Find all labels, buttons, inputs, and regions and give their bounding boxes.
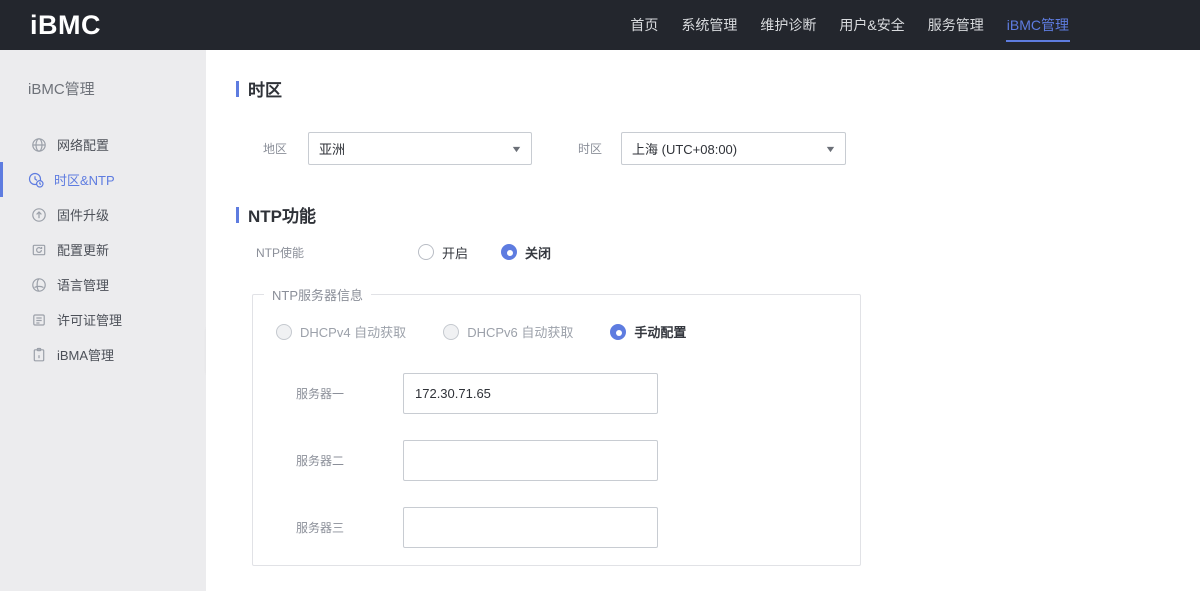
section-accent-bar bbox=[236, 206, 239, 223]
region-selected-value: 亚洲 bbox=[319, 142, 346, 157]
radio-label: DHCPv6 自动获取 bbox=[467, 325, 574, 340]
dhcpv4-auto-radio[interactable]: DHCPv4 自动获取 bbox=[276, 322, 406, 341]
sidebar-item-network-config[interactable]: 网络配置 bbox=[0, 127, 206, 162]
ntp-enable-off-radio[interactable]: 关闭 bbox=[501, 243, 551, 262]
nav-item-home[interactable]: 首页 bbox=[629, 0, 659, 50]
timezone-form-row: 地区 亚洲 ▼ 时区 上海 (UTC+08:00) ▼ bbox=[263, 132, 1200, 165]
sidebar-menu: 网络配置 时区&NTP 固件升级 配置更新 语言管理 许可证管理 iBMA管理 bbox=[0, 127, 206, 372]
license-icon bbox=[31, 312, 47, 328]
sidebar-item-label: iBMA管理 bbox=[57, 348, 115, 363]
server-three-row: 服务器三 bbox=[296, 507, 860, 548]
sidebar-item-label: 网络配置 bbox=[57, 138, 110, 153]
sidebar-item-license-management[interactable]: 许可证管理 bbox=[0, 302, 206, 337]
timezone-selected-value: 上海 (UTC+08:00) bbox=[632, 142, 738, 157]
network-globe-icon bbox=[31, 137, 47, 153]
language-icon bbox=[31, 277, 47, 293]
radio-icon bbox=[501, 244, 518, 260]
config-update-icon bbox=[31, 242, 47, 258]
chevron-down-icon: ▼ bbox=[510, 143, 523, 154]
ibmc-logo: iBMC bbox=[30, 9, 101, 40]
region-label: 地区 bbox=[263, 142, 288, 156]
firmware-upgrade-icon bbox=[31, 207, 47, 223]
timezone-clock-icon bbox=[28, 172, 44, 188]
sidebar-item-label: 配置更新 bbox=[57, 243, 110, 258]
ntp-server-info-legend: NTP服务器信息 bbox=[272, 288, 364, 303]
region-select[interactable]: 亚洲 ▼ bbox=[308, 132, 532, 165]
timezone-section-title: 时区 bbox=[248, 81, 282, 100]
radio-label: DHCPv4 自动获取 bbox=[300, 325, 407, 340]
timezone-label: 时区 bbox=[578, 142, 603, 156]
sidebar-item-firmware-upgrade[interactable]: 固件升级 bbox=[0, 197, 206, 232]
radio-label: 关闭 bbox=[525, 245, 552, 261]
server-three-label: 服务器三 bbox=[296, 521, 345, 535]
radio-icon bbox=[276, 323, 292, 340]
timezone-section-header: 时区 bbox=[236, 76, 1200, 101]
server-one-input[interactable] bbox=[403, 373, 658, 414]
server-one-row: 服务器一 bbox=[296, 373, 860, 414]
sidebar-item-label: 固件升级 bbox=[57, 208, 110, 223]
nav-item-system[interactable]: 系统管理 bbox=[680, 0, 738, 50]
ntp-server-info-group: NTP服务器信息 DHCPv4 自动获取 DHCPv6 自动获取 手动配置 服务… bbox=[252, 285, 861, 566]
ntp-section-title: NTP功能 bbox=[248, 207, 316, 226]
nav-item-services[interactable]: 服务管理 bbox=[927, 0, 985, 50]
section-accent-bar bbox=[236, 80, 239, 97]
nav-item-maintenance[interactable]: 维护诊断 bbox=[759, 0, 817, 50]
nav-item-ibmc-management[interactable]: iBMC管理 bbox=[1005, 0, 1071, 50]
sidebar-item-ibma-management[interactable]: iBMA管理 bbox=[0, 337, 206, 372]
top-bar: iBMC 首页 系统管理 维护诊断 用户&安全 服务管理 iBMC管理 bbox=[0, 0, 1200, 50]
sidebar-item-config-update[interactable]: 配置更新 bbox=[0, 232, 206, 267]
radio-label: 开启 bbox=[442, 245, 469, 261]
server-two-label: 服务器二 bbox=[296, 454, 345, 468]
sidebar-title: iBMC管理 bbox=[28, 81, 95, 98]
server-two-input[interactable] bbox=[403, 440, 658, 481]
server-one-label: 服务器一 bbox=[296, 387, 345, 401]
ntp-section-header: NTP功能 bbox=[236, 202, 1200, 227]
manual-config-radio[interactable]: 手动配置 bbox=[610, 322, 686, 341]
sidebar-item-language-management[interactable]: 语言管理 bbox=[0, 267, 206, 302]
ntp-mode-row: DHCPv4 自动获取 DHCPv6 自动获取 手动配置 bbox=[276, 322, 860, 341]
dhcpv6-auto-radio[interactable]: DHCPv6 自动获取 bbox=[443, 322, 573, 341]
chevron-down-icon: ▼ bbox=[824, 143, 837, 154]
sidebar-item-label: 许可证管理 bbox=[57, 313, 123, 328]
timezone-select[interactable]: 上海 (UTC+08:00) ▼ bbox=[621, 132, 846, 165]
ibma-icon bbox=[31, 347, 47, 363]
radio-icon bbox=[443, 323, 460, 340]
sidebar-item-label: 时区&NTP bbox=[54, 173, 115, 188]
ntp-enable-row: NTP使能 开启 关闭 bbox=[256, 243, 1200, 261]
server-three-input[interactable] bbox=[403, 507, 658, 548]
ntp-enable-on-radio[interactable]: 开启 bbox=[418, 243, 468, 262]
radio-label: 手动配置 bbox=[634, 325, 687, 340]
server-two-row: 服务器二 bbox=[296, 440, 860, 481]
radio-icon bbox=[418, 244, 434, 260]
top-navigation: 首页 系统管理 维护诊断 用户&安全 服务管理 iBMC管理 bbox=[629, 0, 1071, 50]
sidebar-item-label: 语言管理 bbox=[57, 278, 110, 293]
sidebar-item-timezone-ntp[interactable]: 时区&NTP bbox=[0, 162, 206, 197]
radio-icon bbox=[610, 323, 627, 340]
main-content: 时区 地区 亚洲 ▼ 时区 上海 (UTC+08:00) ▼ NTP功能 NTP… bbox=[206, 50, 1200, 591]
ntp-enable-label: NTP使能 bbox=[256, 245, 305, 260]
sidebar: iBMC管理 网络配置 时区&NTP 固件升级 配置更新 语言管理 许可证管理 … bbox=[0, 50, 206, 591]
nav-item-user-security[interactable]: 用户&安全 bbox=[838, 0, 905, 50]
